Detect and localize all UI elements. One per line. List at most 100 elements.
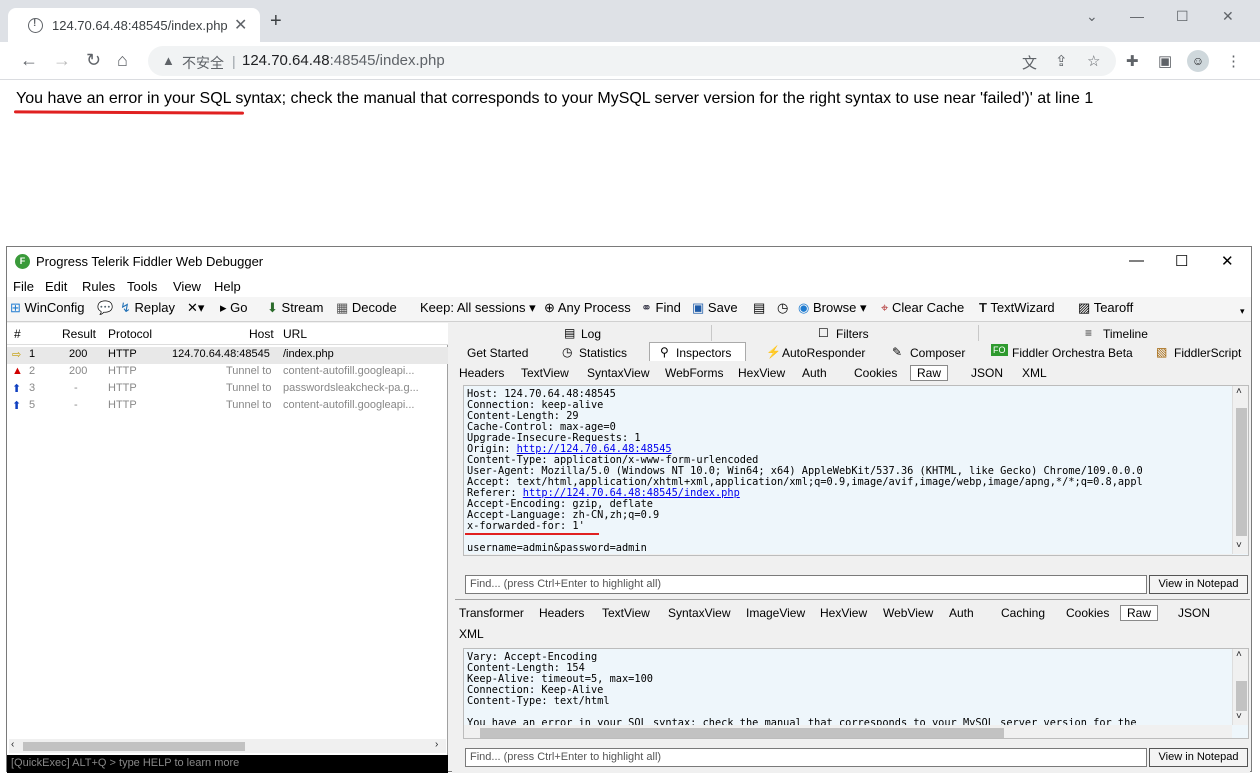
session-row[interactable]: ⬆ 5 - HTTP Tunnel to content-autofill.go…	[7, 398, 448, 415]
menu-help[interactable]: Help	[214, 279, 241, 294]
stream-button[interactable]: ⬇ Stream	[267, 300, 323, 316]
scroll-thumb[interactable]	[1236, 408, 1247, 536]
new-tab-button[interactable]: +	[270, 11, 282, 31]
scroll-thumb[interactable]	[480, 728, 1004, 738]
menu-edit[interactable]: Edit	[45, 279, 67, 294]
quickexec-input[interactable]: [QuickExec] ALT+Q > type HELP to learn m…	[7, 755, 448, 773]
req-tab-syntaxview[interactable]: SyntaxView	[587, 366, 649, 380]
remove-dropdown-button[interactable]: ✕▾	[187, 300, 204, 316]
toolbar-overflow-icon[interactable]: ▾	[1240, 306, 1245, 317]
resp-tab-transformer[interactable]: Transformer	[459, 606, 524, 620]
maximize-button[interactable]: ☐	[1176, 8, 1189, 25]
home-icon[interactable]: ⌂	[117, 50, 128, 70]
splitter[interactable]	[455, 599, 1250, 600]
resp-tab-json[interactable]: JSON	[1178, 606, 1210, 620]
resp-tab-cookies[interactable]: Cookies	[1066, 606, 1109, 620]
req-tab-xml[interactable]: XML	[1022, 366, 1047, 380]
back-arrow-icon[interactable]: ←	[20, 50, 38, 70]
fiddler-maximize-button[interactable]: ☐	[1175, 252, 1188, 270]
resp-tab-webview[interactable]: WebView	[883, 606, 933, 620]
comment-icon[interactable]: 💬	[97, 300, 113, 316]
resp-tab-imageview[interactable]: ImageView	[746, 606, 805, 620]
replay-button[interactable]: ↯ Replay	[120, 300, 175, 316]
response-find-input[interactable]: Find... (press Ctrl+Enter to highlight a…	[465, 748, 1147, 767]
minimize-button[interactable]: —	[1130, 8, 1144, 24]
request-horizontal-scrollbar[interactable]	[464, 554, 1232, 555]
resp-tab-raw[interactable]: Raw	[1120, 605, 1159, 621]
sessions-horizontal-scrollbar[interactable]: ‹ ›	[9, 739, 446, 753]
session-row[interactable]: ⬆ 3 - HTTP Tunnel to passwordsleakcheck-…	[7, 381, 448, 398]
tearoff-button[interactable]: ▨ Tearoff	[1078, 300, 1133, 316]
url-text[interactable]: 124.70.64.48:48545/index.php	[242, 52, 445, 69]
tab-close-icon[interactable]: ✕	[234, 15, 247, 35]
scroll-up-icon[interactable]: ˄	[1236, 649, 1242, 660]
request-find-input[interactable]: Find... (press Ctrl+Enter to highlight a…	[465, 575, 1147, 594]
req-tab-raw[interactable]: Raw	[910, 365, 949, 381]
resp-tab-xml[interactable]: XML	[459, 627, 484, 641]
req-tab-cookies[interactable]: Cookies	[854, 366, 897, 380]
tab-fiddler-orchestra[interactable]: Fiddler Orchestra Beta	[1012, 346, 1133, 360]
close-window-button[interactable]: ✕	[1222, 8, 1234, 25]
request-vertical-scrollbar[interactable]: ˄ ˅	[1232, 386, 1248, 554]
request-view-in-notepad-button[interactable]: View in Notepad	[1149, 575, 1248, 594]
tab-search-icon[interactable]: ⌄	[1086, 8, 1098, 25]
tab-composer[interactable]: Composer	[910, 346, 965, 360]
save-button[interactable]: ▣ Save	[692, 300, 738, 316]
resp-tab-caching[interactable]: Caching	[1001, 606, 1045, 620]
menu-rules[interactable]: Rules	[82, 279, 115, 294]
tab-filters[interactable]: Filters	[836, 327, 869, 341]
req-tab-hexview[interactable]: HexView	[738, 366, 785, 380]
response-horizontal-scrollbar[interactable]	[464, 725, 1232, 738]
timer-icon[interactable]: ◷	[777, 300, 788, 316]
forward-arrow-icon[interactable]: →	[53, 50, 71, 70]
col-num[interactable]: #	[14, 327, 21, 341]
browser-tab[interactable]: 124.70.64.48:48545/index.php ✕	[8, 8, 260, 42]
scroll-up-icon[interactable]: ˄	[1236, 386, 1242, 397]
resp-tab-hexview[interactable]: HexView	[820, 606, 867, 620]
more-menu-icon[interactable]: ⋮	[1226, 52, 1241, 70]
address-bar[interactable]: ▲ 不安全 | 124.70.64.48:48545/index.php	[148, 46, 1116, 76]
screenshot-icon[interactable]: ▤	[753, 300, 765, 316]
req-tab-webforms[interactable]: WebForms	[665, 366, 723, 380]
menu-tools[interactable]: Tools	[127, 279, 157, 294]
find-button[interactable]: ⚭ Find	[641, 300, 681, 316]
fiddler-close-button[interactable]: ✕	[1221, 252, 1234, 270]
request-raw-view[interactable]: Host: 124.70.64.48:48545 Connection: kee…	[463, 385, 1249, 556]
req-tab-json[interactable]: JSON	[971, 366, 1003, 380]
not-secure-label[interactable]: 不安全	[182, 53, 224, 73]
fiddler-minimize-button[interactable]: —	[1129, 252, 1144, 269]
resp-tab-auth[interactable]: Auth	[949, 606, 974, 620]
tab-log[interactable]: Log	[581, 327, 601, 341]
col-protocol[interactable]: Protocol	[108, 327, 152, 341]
scroll-down-icon[interactable]: ˅	[1236, 711, 1242, 722]
keep-sessions-dropdown[interactable]: Keep: All sessions ▾	[420, 300, 536, 316]
menu-file[interactable]: File	[13, 279, 34, 294]
col-result[interactable]: Result	[62, 327, 96, 341]
winconfig-button[interactable]: ⊞ WinConfig	[10, 300, 85, 316]
req-tab-headers[interactable]: Headers	[459, 366, 504, 380]
tab-inspectors[interactable]: Inspectors	[676, 346, 731, 360]
req-tab-auth[interactable]: Auth	[802, 366, 827, 380]
tab-timeline[interactable]: Timeline	[1103, 327, 1148, 341]
any-process-button[interactable]: ⊕ Any Process	[544, 300, 631, 316]
resp-tab-syntaxview[interactable]: SyntaxView	[668, 606, 730, 620]
tab-statistics[interactable]: Statistics	[579, 346, 627, 360]
menu-view[interactable]: View	[173, 279, 201, 294]
session-row[interactable]: ⇨ 1 200 HTTP 124.70.64.48:48545 /index.p…	[7, 347, 448, 364]
go-button[interactable]: ▸ Go	[220, 300, 248, 316]
response-raw-view[interactable]: Vary: Accept-Encoding Content-Length: 15…	[463, 648, 1249, 739]
col-host[interactable]: Host	[249, 327, 274, 341]
scroll-right-icon[interactable]: ›	[435, 739, 438, 750]
extensions-puzzle-icon[interactable]: ✚	[1126, 52, 1139, 70]
not-secure-warning-icon[interactable]: ▲	[162, 53, 175, 68]
resp-tab-textview[interactable]: TextView	[602, 606, 650, 620]
bookmark-star-icon[interactable]: ☆	[1087, 52, 1100, 70]
scroll-left-icon[interactable]: ‹	[11, 739, 14, 750]
scroll-thumb[interactable]	[1236, 681, 1247, 711]
clear-cache-button[interactable]: ⌖ Clear Cache	[881, 300, 964, 316]
response-view-in-notepad-button[interactable]: View in Notepad	[1149, 748, 1248, 767]
tab-get-started[interactable]: Get Started	[467, 346, 528, 360]
session-row[interactable]: ▲ 2 200 HTTP Tunnel to content-autofill.…	[7, 364, 448, 381]
textwizard-button[interactable]: T TextWizard	[979, 300, 1055, 315]
translate-icon[interactable]: 文	[1022, 52, 1037, 73]
